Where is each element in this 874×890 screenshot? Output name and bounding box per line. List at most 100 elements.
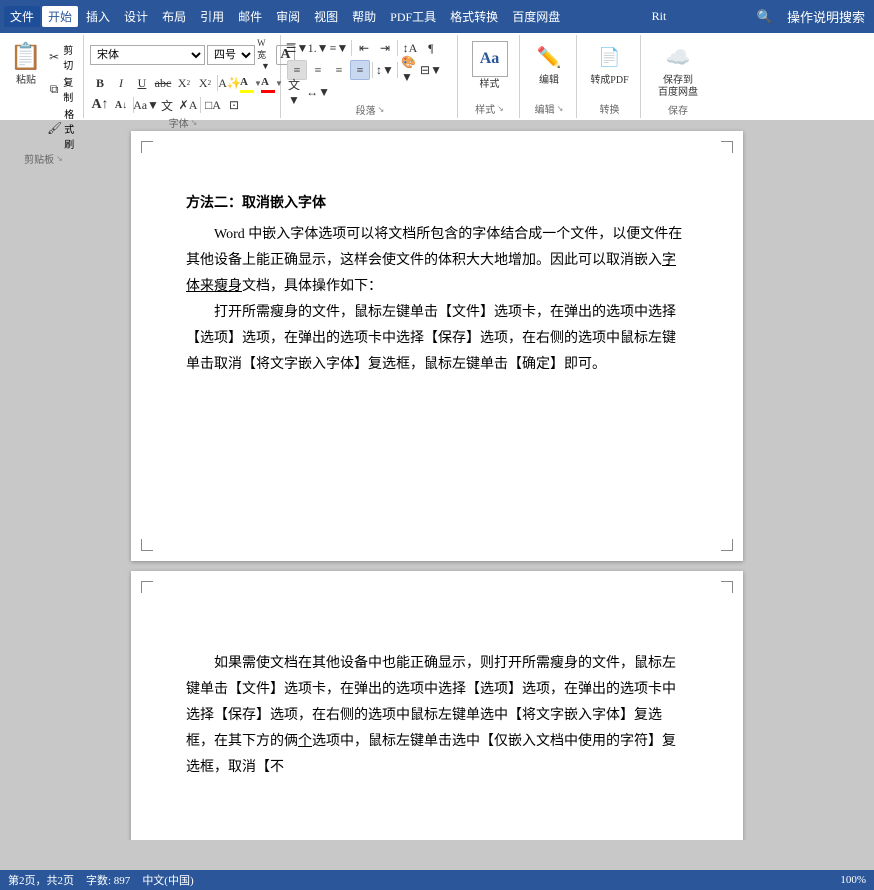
paragraph-expand-icon[interactable]: ↘ [378,105,385,114]
corner-tl-2 [141,581,153,593]
page1-top-space [186,161,688,191]
font-label: 字体 ↘ [90,115,276,132]
edit-button[interactable]: ✏️ 编辑 [527,38,571,90]
copy-row: ⧉ 复制 [46,74,79,104]
page2-top-space [186,601,688,651]
clipboard-expand-icon[interactable]: ↘ [56,154,63,163]
text-effect-button[interactable]: A✨ [220,73,240,93]
page-1[interactable]: 方法二：取消嵌入字体 Word 中嵌入字体选项可以将文档所包含的字体结合成一个文… [131,131,743,561]
ribbon-body: 📋 粘贴 ✂ 剪切 ⧉ 复制 🖌 格式刷 [0,33,874,121]
paragraph-content: ☰▼ 1.▼ ≡▼ ⇤ ⇥ ↕A ¶ ≡ ≡ ≡ ≡ ↕▼ [287,35,453,102]
font-grow-button[interactable]: A↑ [90,95,110,115]
unordered-list-button[interactable]: ☰▼ [287,38,307,58]
multilevel-list-button[interactable]: ≡▼ [329,38,349,58]
tab-design[interactable]: 设计 [118,6,154,27]
clipboard-small: ✂ 剪切 ⧉ 复制 🖌 格式刷 [46,38,79,151]
zoom-level: 100% [840,874,866,886]
help-search[interactable]: 操作说明搜索 [782,5,870,28]
char-shade-button[interactable]: ⊡ [224,95,244,115]
ordered-list-button[interactable]: 1.▼ [308,38,328,58]
para-direction-button[interactable]: ↔▼ [308,82,328,102]
convert-content: 📄 转成PDF [588,35,632,101]
page2-para1: 如果需使文档在其他设备中也能正确显示，则打开所需瘦身的文件，鼠标左键单击【文件】… [186,651,688,780]
tab-mail[interactable]: 邮件 [232,6,268,27]
clipboard-label: 剪贴板 ↘ [8,151,79,168]
copy-button[interactable]: ⧉ [46,79,62,99]
corner-tr-2 [721,581,733,593]
tab-help[interactable]: 帮助 [346,6,382,27]
corner-bl-1 [141,539,153,551]
copy-label: 复制 [63,74,79,104]
paragraph-group: ☰▼ 1.▼ ≡▼ ⇤ ⇥ ↕A ¶ ≡ ≡ ≡ ≡ ↕▼ [283,35,458,118]
underlined-font-text: 字体来瘦身 [186,253,676,294]
decrease-indent-button[interactable]: ⇤ [354,38,374,58]
tab-home[interactable]: 开始 [42,6,78,27]
bold-button[interactable]: B [90,73,110,93]
font-size-select[interactable]: 四号 [207,45,255,65]
page-count: 第2页，共2页 [8,872,74,888]
document-area: 方法二：取消嵌入字体 Word 中嵌入字体选项可以将文档所包含的字体结合成一个文… [0,121,874,840]
styles-expand-icon[interactable]: ↘ [497,104,504,113]
text-highlight-button[interactable]: A ▼ [241,73,261,93]
convert-pdf-button[interactable]: 📄 转成PDF [588,38,632,90]
page1-para2: 打开所需瘦身的文件，鼠标左键单击【文件】选项卡，在弹出的选项中选择【选项】选项，… [186,300,688,378]
tab-baidu[interactable]: 百度网盘 [506,6,566,27]
topbar-right: 🔍 操作说明搜索 [752,5,870,28]
window-title: Rit [568,9,750,24]
tab-insert[interactable]: 插入 [80,6,116,27]
justify-button[interactable]: ≡ [350,60,370,80]
change-case-button[interactable]: Aa▼ [136,95,156,115]
font-expand-icon[interactable]: ↘ [191,118,198,127]
strikethrough-button[interactable]: abc [153,73,173,93]
cut-button[interactable]: ✂ [46,47,62,67]
page1-heading: 方法二：取消嵌入字体 [186,191,688,216]
align-right-button[interactable]: ≡ [329,60,349,80]
convert-group-label: 转换 [583,101,636,118]
tab-ref[interactable]: 引用 [194,6,230,27]
clear-format-button[interactable]: ✗A [178,95,198,115]
save-baidu-button[interactable]: ☁️ 保存到 百度网盘 [656,38,700,102]
font-name-select[interactable]: 宋体 [90,45,205,65]
save-baidu-label: 保存到 百度网盘 [658,75,698,99]
paste-label: 粘贴 [16,75,36,87]
styles-label: 样式 [480,79,500,91]
size-row: A↑ A↓ Aa▼ 文 ✗A □A ⊡ [90,95,244,115]
superscript-button[interactable]: X2 [195,73,215,93]
show-marks-button[interactable]: ¶ [421,38,441,58]
styles-content: Aa 样式 [468,35,512,101]
tab-view[interactable]: 视图 [308,6,344,27]
chinese-layout-button[interactable]: 文▼ [287,82,307,102]
increase-indent-button[interactable]: ⇥ [375,38,395,58]
italic-button[interactable]: I [111,73,131,93]
tab-layout[interactable]: 布局 [156,6,192,27]
edit-group: ✏️ 编辑 编辑 ↘ [522,35,577,118]
phonetic-button[interactable]: 文 [157,95,177,115]
tab-file[interactable]: 文件 [4,6,40,27]
edit-icon: ✏️ [533,41,565,73]
line-spacing-button[interactable]: ↕▼ [375,60,395,80]
char-width-control[interactable]: W宽 ▼ [257,38,274,71]
page-2[interactable]: 如果需使文档在其他设备中也能正确显示，则打开所需瘦身的文件，鼠标左键单击【文件】… [131,571,743,840]
shading-button[interactable]: 🎨▼ [400,60,420,80]
search-icon-btn[interactable]: 🔍 [752,7,778,27]
edit-content: ✏️ 编辑 [527,35,571,101]
tab-review[interactable]: 审阅 [270,6,306,27]
styles-button[interactable]: Aa 样式 [468,38,512,94]
underline-ge: 个 [298,734,312,749]
corner-br-1 [721,539,733,551]
font-shrink-button[interactable]: A↓ [111,95,131,115]
subscript-button[interactable]: X2 [174,73,194,93]
align-center-button[interactable]: ≡ [308,60,328,80]
tab-pdf[interactable]: PDF工具 [384,6,442,27]
para-row-2: ≡ ≡ ≡ ≡ ↕▼ 🎨▼ ⊟▼ [287,60,441,80]
border-button[interactable]: □A [203,95,223,115]
edit-expand-icon[interactable]: ↘ [557,104,564,113]
tab-convert[interactable]: 格式转换 [444,6,504,27]
underline-button[interactable]: U [132,73,152,93]
statusbar-right: 100% [840,874,866,886]
ribbon: 文件 开始 插入 设计 布局 引用 邮件 审阅 视图 帮助 PDF工具 格式转换… [0,0,874,121]
border-para-button[interactable]: ⊟▼ [421,60,441,80]
font-color-button[interactable]: A ▼ [262,73,282,93]
format-painter-button[interactable]: 🖌 [46,119,63,139]
paste-button[interactable]: 📋 粘贴 [8,38,44,90]
